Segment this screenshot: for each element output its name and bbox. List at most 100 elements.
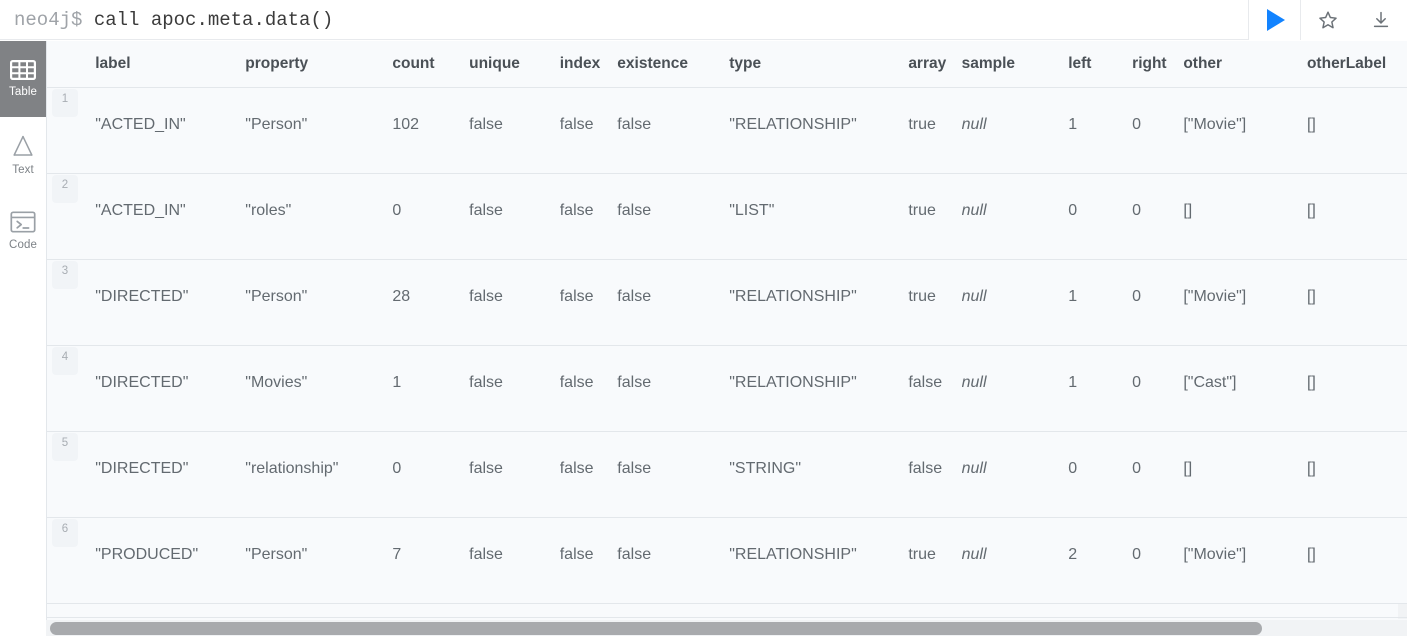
- query-text: [82, 9, 93, 31]
- results-table: label property count unique index existe…: [47, 41, 1407, 604]
- column-header-left[interactable]: left: [1068, 41, 1132, 88]
- cell-property-text: "Person": [245, 260, 392, 306]
- row-number-cell: 1: [47, 88, 83, 174]
- cell-sample-text: null: [962, 518, 1069, 564]
- cell-unique-text: false: [469, 432, 560, 478]
- column-header-label[interactable]: label: [83, 41, 245, 88]
- cell-index-text: false: [560, 88, 618, 134]
- play-icon: [1267, 9, 1285, 31]
- column-header-property[interactable]: property: [245, 41, 392, 88]
- cell-array: true: [908, 88, 961, 174]
- cell-other-text: ["Movie"]: [1183, 518, 1307, 564]
- download-button[interactable]: [1354, 0, 1407, 40]
- horizontal-scrollbar-track[interactable]: [46, 620, 1407, 636]
- cell-existence-text: false: [617, 518, 729, 564]
- cell-property-text: "Person": [245, 88, 392, 134]
- row-number-cell: 5: [47, 432, 83, 518]
- column-header-existence[interactable]: existence: [617, 41, 729, 88]
- cell-left: 1: [1068, 260, 1132, 346]
- cell-other: ["Movie"]: [1183, 518, 1307, 604]
- row-number: 2: [52, 175, 78, 203]
- cell-count-text: 0: [392, 432, 469, 478]
- cell-otherlabel-text: []: [1307, 432, 1407, 478]
- cell-unique: false: [469, 260, 560, 346]
- query-input[interactable]: neo4j$ call apoc.meta.data(): [0, 9, 1248, 31]
- results-table-body: 1 "ACTED_IN" "Person" 102 false false fa…: [47, 88, 1407, 604]
- table-row[interactable]: 3 "DIRECTED" "Person" 28 false false fal…: [47, 260, 1407, 346]
- cell-count: 7: [392, 518, 469, 604]
- column-header-unique[interactable]: unique: [469, 41, 560, 88]
- column-header-right[interactable]: right: [1132, 41, 1183, 88]
- cell-count-text: 28: [392, 260, 469, 306]
- row-number-cell: 2: [47, 174, 83, 260]
- cell-unique-text: false: [469, 88, 560, 134]
- cell-sample: null: [962, 518, 1069, 604]
- cell-type-text: "RELATIONSHIP": [729, 518, 908, 564]
- sidebar-item-table[interactable]: Table: [0, 41, 46, 117]
- cell-existence-text: false: [617, 174, 729, 220]
- cell-label-text: "ACTED_IN": [95, 88, 245, 134]
- cell-array-text: true: [908, 260, 961, 306]
- favorite-button[interactable]: [1301, 0, 1354, 40]
- cell-array: true: [908, 174, 961, 260]
- column-header-sample[interactable]: sample: [962, 41, 1069, 88]
- cell-label: "DIRECTED": [83, 260, 245, 346]
- cell-existence: false: [617, 260, 729, 346]
- cell-left-text: 0: [1068, 432, 1132, 478]
- cell-type: "LIST": [729, 174, 908, 260]
- cell-other: ["Movie"]: [1183, 88, 1307, 174]
- row-number: 1: [52, 89, 78, 117]
- cell-other: []: [1183, 174, 1307, 260]
- cell-right: 0: [1132, 346, 1183, 432]
- column-header-count[interactable]: count: [392, 41, 469, 88]
- cell-existence: false: [617, 346, 729, 432]
- cell-existence-text: false: [617, 260, 729, 306]
- column-header-index[interactable]: index: [560, 41, 618, 88]
- sidebar-item-text-label: Text: [12, 164, 34, 176]
- query-value: call apoc.meta.data(): [94, 9, 333, 31]
- sidebar-item-table-label: Table: [9, 86, 37, 98]
- cell-right: 0: [1132, 88, 1183, 174]
- cell-property: "Person": [245, 260, 392, 346]
- cell-other-text: []: [1183, 432, 1307, 478]
- table-row[interactable]: 1 "ACTED_IN" "Person" 102 false false fa…: [47, 88, 1407, 174]
- cell-property: "relationship": [245, 432, 392, 518]
- cell-right-text: 0: [1132, 518, 1183, 564]
- cell-label: "ACTED_IN": [83, 88, 245, 174]
- cell-type-text: "RELATIONSHIP": [729, 260, 908, 306]
- cell-sample: null: [962, 88, 1069, 174]
- sidebar-item-text[interactable]: Text: [0, 117, 46, 193]
- table-row[interactable]: 5 "DIRECTED" "relationship" 0 false fals…: [47, 432, 1407, 518]
- cell-label-text: "PRODUCED": [95, 518, 245, 564]
- table-header-row: label property count unique index existe…: [47, 41, 1407, 88]
- cell-unique: false: [469, 174, 560, 260]
- column-header-type[interactable]: type: [729, 41, 908, 88]
- sidebar-item-code[interactable]: Code: [0, 193, 46, 269]
- column-header-array[interactable]: array: [908, 41, 961, 88]
- cell-index-text: false: [560, 518, 618, 564]
- column-header-other[interactable]: other: [1183, 41, 1307, 88]
- cell-index: false: [560, 88, 618, 174]
- results-table-scroll[interactable]: label property count unique index existe…: [47, 41, 1407, 619]
- window-bottom-strip: [0, 636, 1407, 642]
- column-header-otherlabel[interactable]: otherLabel: [1307, 41, 1407, 88]
- cell-left: 2: [1068, 518, 1132, 604]
- cell-otherlabel: []: [1307, 260, 1407, 346]
- cell-label-text: "DIRECTED": [95, 260, 245, 306]
- cell-type: "RELATIONSHIP": [729, 518, 908, 604]
- run-query-button[interactable]: [1248, 0, 1301, 40]
- cell-count: 0: [392, 432, 469, 518]
- cell-property: "Person": [245, 518, 392, 604]
- cell-right: 0: [1132, 174, 1183, 260]
- table-row[interactable]: 2 "ACTED_IN" "roles" 0 false false false…: [47, 174, 1407, 260]
- horizontal-scrollbar-thumb[interactable]: [50, 622, 1262, 635]
- row-number-header: [47, 41, 83, 88]
- cell-type: "STRING": [729, 432, 908, 518]
- cell-right: 0: [1132, 260, 1183, 346]
- table-row[interactable]: 4 "DIRECTED" "Movies" 1 false false fals…: [47, 346, 1407, 432]
- table-row[interactable]: 6 "PRODUCED" "Person" 7 false false fals…: [47, 518, 1407, 604]
- cell-index-text: false: [560, 346, 618, 392]
- cell-count-text: 0: [392, 174, 469, 220]
- cell-array: false: [908, 346, 961, 432]
- cell-other: ["Cast"]: [1183, 346, 1307, 432]
